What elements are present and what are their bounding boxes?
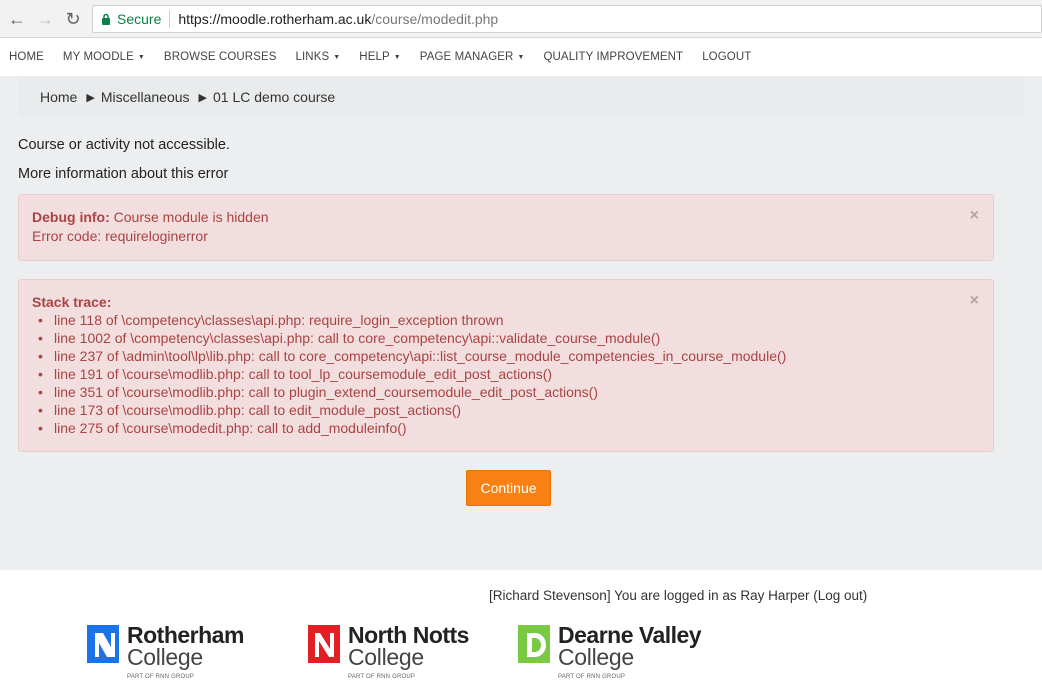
- north-notts-logo-text: North Notts College PART OF RNN GROUP: [348, 622, 469, 681]
- logo-college: College: [127, 644, 203, 670]
- caret-down-icon: ▼: [137, 53, 145, 61]
- rotherham-logo-text: Rotherham College PART OF RNN GROUP: [127, 622, 244, 681]
- back-icon[interactable]: ←: [4, 6, 30, 32]
- logo-name: North Notts: [348, 622, 469, 648]
- nav-logout-label: LOGOUT: [702, 51, 752, 63]
- debug-info-line: Debug info: Course module is hidden: [32, 209, 980, 225]
- breadcrumb-separator-icon: ▶: [86, 91, 95, 104]
- logo-college: College: [558, 644, 634, 670]
- stack-trace-label: Stack trace:: [32, 294, 112, 310]
- breadcrumb-separator-icon: ▶: [198, 91, 208, 104]
- continue-button[interactable]: Continue: [466, 470, 551, 506]
- main-nav: HOME MY MOODLE ▼ BROWSE COURSES LINKS ▼ HE…: [0, 38, 1042, 76]
- breadcrumb-course[interactable]: 01 LC demo course: [213, 89, 335, 105]
- breadcrumb: Home ▶ Miscellaneous ▶ 01 LC demo course: [18, 76, 1024, 118]
- dearne-valley-logo-text: Dearne Valley College PART OF RNN GROUP: [558, 622, 702, 681]
- stack-trace-line: line 173 of \course\modlib.php: call to …: [32, 401, 980, 419]
- forward-icon[interactable]: →: [32, 6, 58, 32]
- north-notts-logo-mark-icon: [308, 625, 340, 663]
- breadcrumb-home[interactable]: Home: [40, 89, 77, 105]
- stack-trace-alert: Stack trace: line 118 of \competency\cla…: [18, 279, 994, 452]
- caret-down-icon: ▼: [393, 53, 401, 61]
- north-notts-college-logo[interactable]: North Notts College PART OF RNN GROUP: [308, 622, 469, 681]
- nav-my-moodle[interactable]: MY MOODLE ▼: [63, 51, 145, 63]
- nav-help-label: HELP: [359, 51, 390, 63]
- rotherham-logo-mark-icon: [87, 625, 119, 663]
- nav-my-moodle-label: MY MOODLE: [62, 51, 134, 63]
- nav-links-label: LINKS: [295, 51, 330, 63]
- stack-trace-line: line 275 of \course\modedit.php: call to…: [32, 419, 980, 437]
- browser-toolbar: ← → ↻ Secure https://moodle.rotherham.ac…: [0, 0, 1042, 38]
- nav-quality-improvement[interactable]: QUALITY IMPROVEMENT: [543, 51, 683, 63]
- close-icon[interactable]: ×: [970, 207, 979, 225]
- nav-home-label: HOME: [9, 51, 44, 63]
- more-info-link[interactable]: More information about this error: [18, 166, 228, 182]
- nav-home[interactable]: HOME: [9, 51, 44, 63]
- logo-name: Rotherham: [127, 622, 244, 648]
- logo-tag: PART OF RNN GROUP: [348, 674, 416, 680]
- dearne-valley-college-logo[interactable]: Dearne Valley College PART OF RNN GROUP: [518, 622, 702, 681]
- debug-alert: Debug info: Course module is hidden Erro…: [18, 194, 994, 261]
- stack-trace-line: line 351 of \course\modlib.php: call to …: [32, 383, 980, 401]
- nav-browse-courses[interactable]: BROWSE COURSES: [164, 51, 277, 63]
- stack-trace-line: line 118 of \competency\classes\api.php:…: [32, 311, 980, 329]
- url-host: https://moodle.rotherham.ac.uk: [178, 11, 372, 27]
- stack-trace-line: line 237 of \admin\tool\lp\lib.php: call…: [32, 347, 980, 365]
- logo-tag: PART OF RNN GROUP: [558, 674, 626, 680]
- page-footer: [Richard Stevenson] You are logged in as…: [0, 570, 1042, 694]
- breadcrumb-category[interactable]: Miscellaneous: [101, 89, 190, 105]
- logo-tag: PART OF RNN GROUP: [127, 674, 195, 680]
- stack-trace-line: line 191 of \course\modlib.php: call to …: [32, 365, 980, 383]
- nav-logout[interactable]: LOGOUT: [702, 51, 751, 63]
- nav-page-manager-label: PAGE MANAGER: [419, 51, 514, 63]
- lock-icon: [102, 13, 110, 25]
- error-code: Error code: requireloginerror: [32, 228, 208, 244]
- caret-down-icon: ▼: [517, 53, 525, 61]
- nav-browse-courses-label: BROWSE COURSES: [163, 51, 277, 63]
- page-content: Home ▶ Miscellaneous ▶ 01 LC demo course…: [0, 76, 1042, 570]
- rotherham-college-logo[interactable]: Rotherham College PART OF RNN GROUP: [87, 622, 244, 681]
- address-divider: [169, 10, 171, 28]
- reload-icon[interactable]: ↻: [60, 6, 86, 32]
- login-info: [Richard Stevenson] You are logged in as…: [489, 588, 868, 603]
- nav-help[interactable]: HELP ▼: [359, 51, 400, 63]
- logo-name: Dearne Valley: [558, 622, 702, 648]
- caret-down-icon: ▼: [333, 53, 341, 61]
- dearne-valley-logo-mark-icon: [518, 625, 550, 663]
- stack-trace-line: line 1002 of \competency\classes\api.php…: [32, 329, 980, 347]
- url-path: /course/modedit.php: [371, 11, 499, 27]
- debug-label: Debug info:: [32, 209, 110, 225]
- debug-text: Course module is hidden: [113, 209, 269, 225]
- secure-indicator[interactable]: Secure: [101, 11, 161, 27]
- nav-links[interactable]: LINKS ▼: [296, 51, 341, 63]
- error-message: Course or activity not accessible.: [18, 137, 230, 153]
- close-icon[interactable]: ×: [970, 292, 979, 310]
- secure-label: Secure: [117, 11, 162, 27]
- logo-college: College: [348, 644, 424, 670]
- nav-quality-improvement-label: QUALITY IMPROVEMENT: [543, 51, 684, 63]
- nav-page-manager[interactable]: PAGE MANAGER ▼: [420, 51, 525, 63]
- address-bar[interactable]: Secure https://moodle.rotherham.ac.uk /c…: [92, 5, 1042, 33]
- stack-trace-list: line 118 of \competency\classes\api.php:…: [32, 311, 980, 437]
